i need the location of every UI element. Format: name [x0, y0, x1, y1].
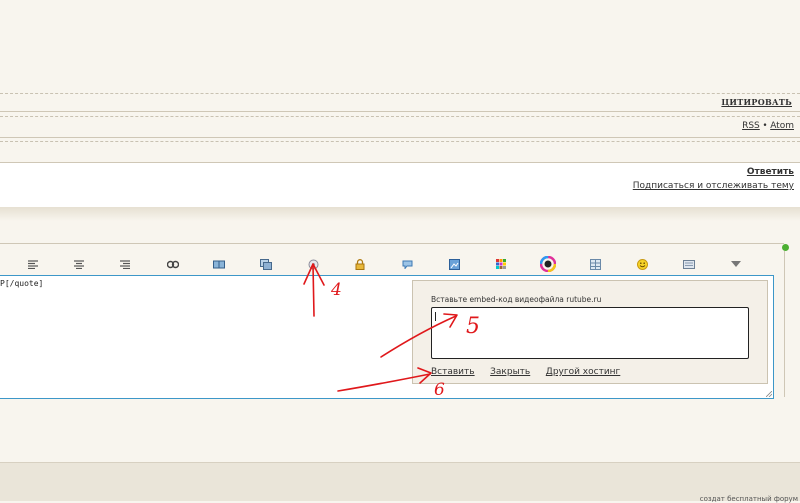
arrow-6-icon	[337, 373, 431, 392]
annotation-label-5: 5	[466, 314, 480, 339]
arrow-5-icon	[380, 315, 457, 358]
annotation-label-4: 4	[331, 280, 342, 300]
footer-text: создат бесплатный форум	[699, 495, 798, 503]
annotation-overlay	[303, 263, 458, 392]
annotation-label-6: 6	[434, 380, 445, 400]
page-footer: создат бесплатный форум	[0, 462, 800, 503]
arrow-4-icon	[312, 264, 315, 317]
